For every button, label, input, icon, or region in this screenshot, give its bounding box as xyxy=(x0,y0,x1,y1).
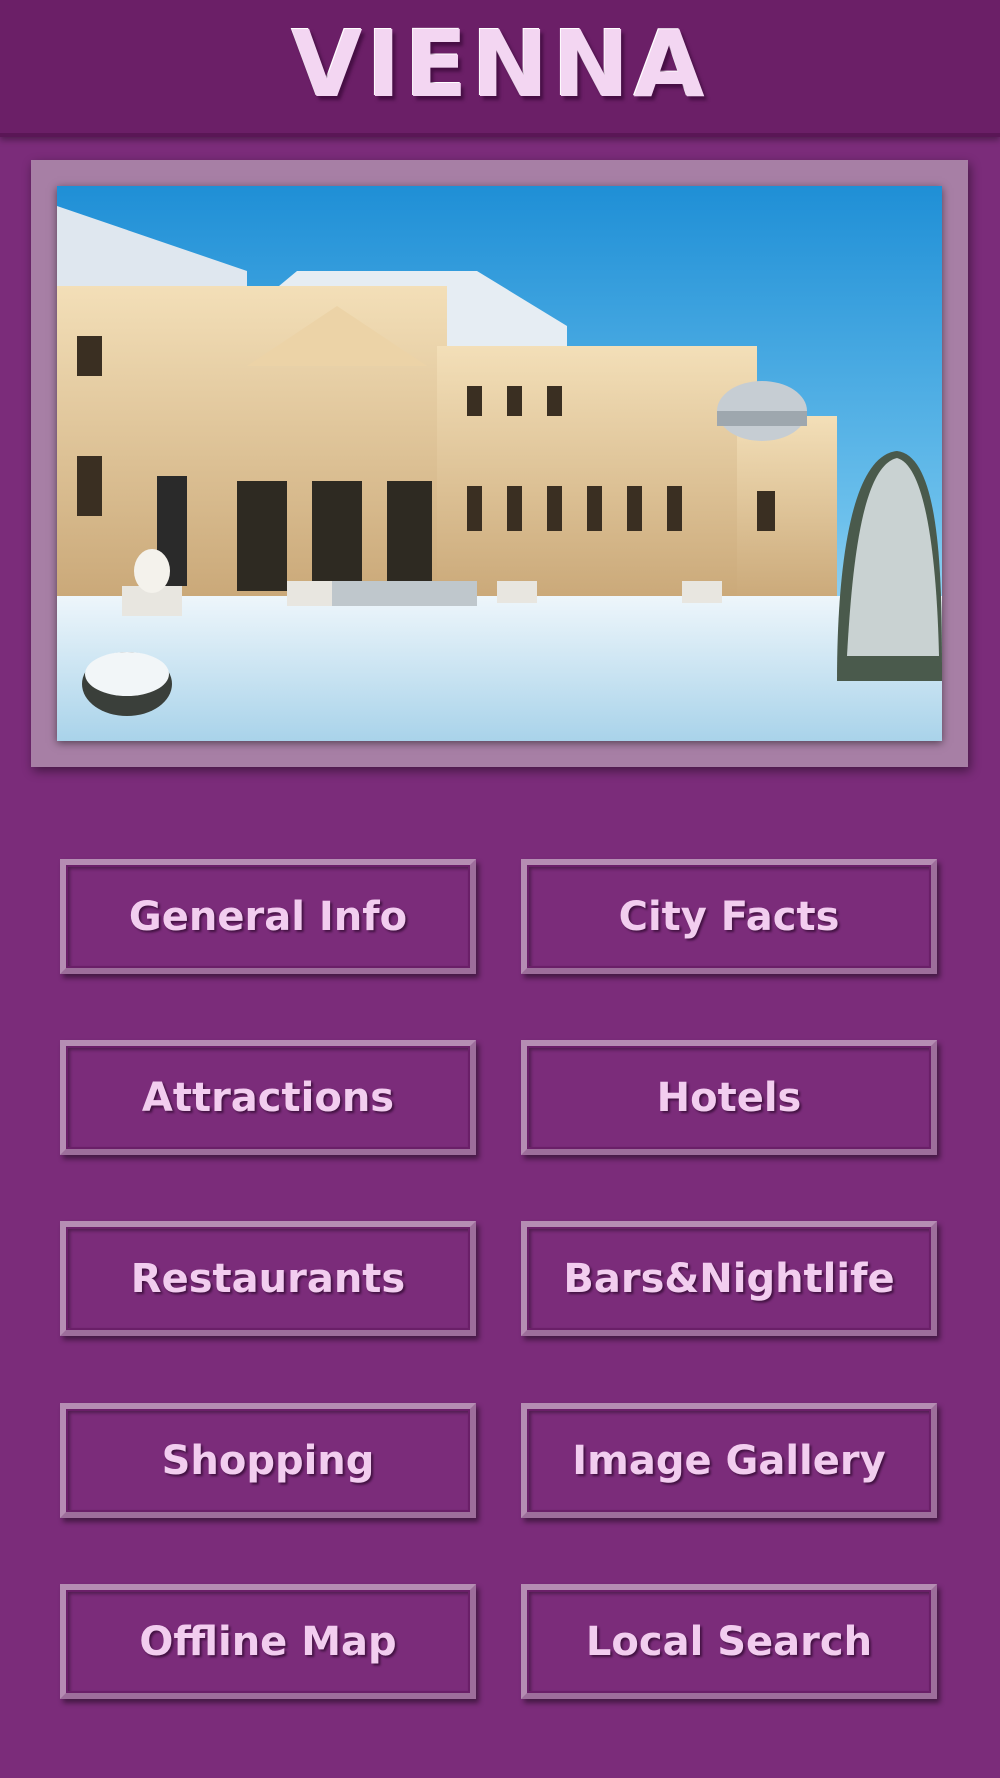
attractions-label: Attractions xyxy=(141,1074,395,1121)
header-bar: VIENNA xyxy=(0,0,1000,137)
offline-map-button[interactable]: Offline Map xyxy=(60,1584,476,1699)
palace-photo-illustration xyxy=(57,186,942,741)
image-gallery-label: Image Gallery xyxy=(572,1437,886,1484)
app-screen: VIENNA General Info City Facts Attractio… xyxy=(0,0,1000,1778)
city-facts-label: City Facts xyxy=(618,893,840,940)
hotels-button[interactable]: Hotels xyxy=(521,1040,937,1155)
hero-photo xyxy=(57,186,942,741)
restaurants-label: Restaurants xyxy=(130,1255,406,1302)
attractions-button[interactable]: Attractions xyxy=(60,1040,476,1155)
general-info-button[interactable]: General Info xyxy=(60,859,476,974)
local-search-button[interactable]: Local Search xyxy=(521,1584,937,1699)
local-search-label: Local Search xyxy=(585,1618,873,1665)
bars-nightlife-label: Bars&Nightlife xyxy=(563,1255,895,1302)
bars-nightlife-button[interactable]: Bars&Nightlife xyxy=(521,1221,937,1336)
restaurants-button[interactable]: Restaurants xyxy=(60,1221,476,1336)
hotels-label: Hotels xyxy=(656,1074,802,1121)
general-info-label: General Info xyxy=(128,893,408,940)
offline-map-label: Offline Map xyxy=(139,1618,397,1665)
shopping-button[interactable]: Shopping xyxy=(60,1403,476,1518)
shopping-label: Shopping xyxy=(161,1437,375,1484)
image-gallery-button[interactable]: Image Gallery xyxy=(521,1403,937,1518)
city-facts-button[interactable]: City Facts xyxy=(521,859,937,974)
page-title: VIENNA xyxy=(291,11,709,118)
hero-photo-frame xyxy=(31,160,968,767)
